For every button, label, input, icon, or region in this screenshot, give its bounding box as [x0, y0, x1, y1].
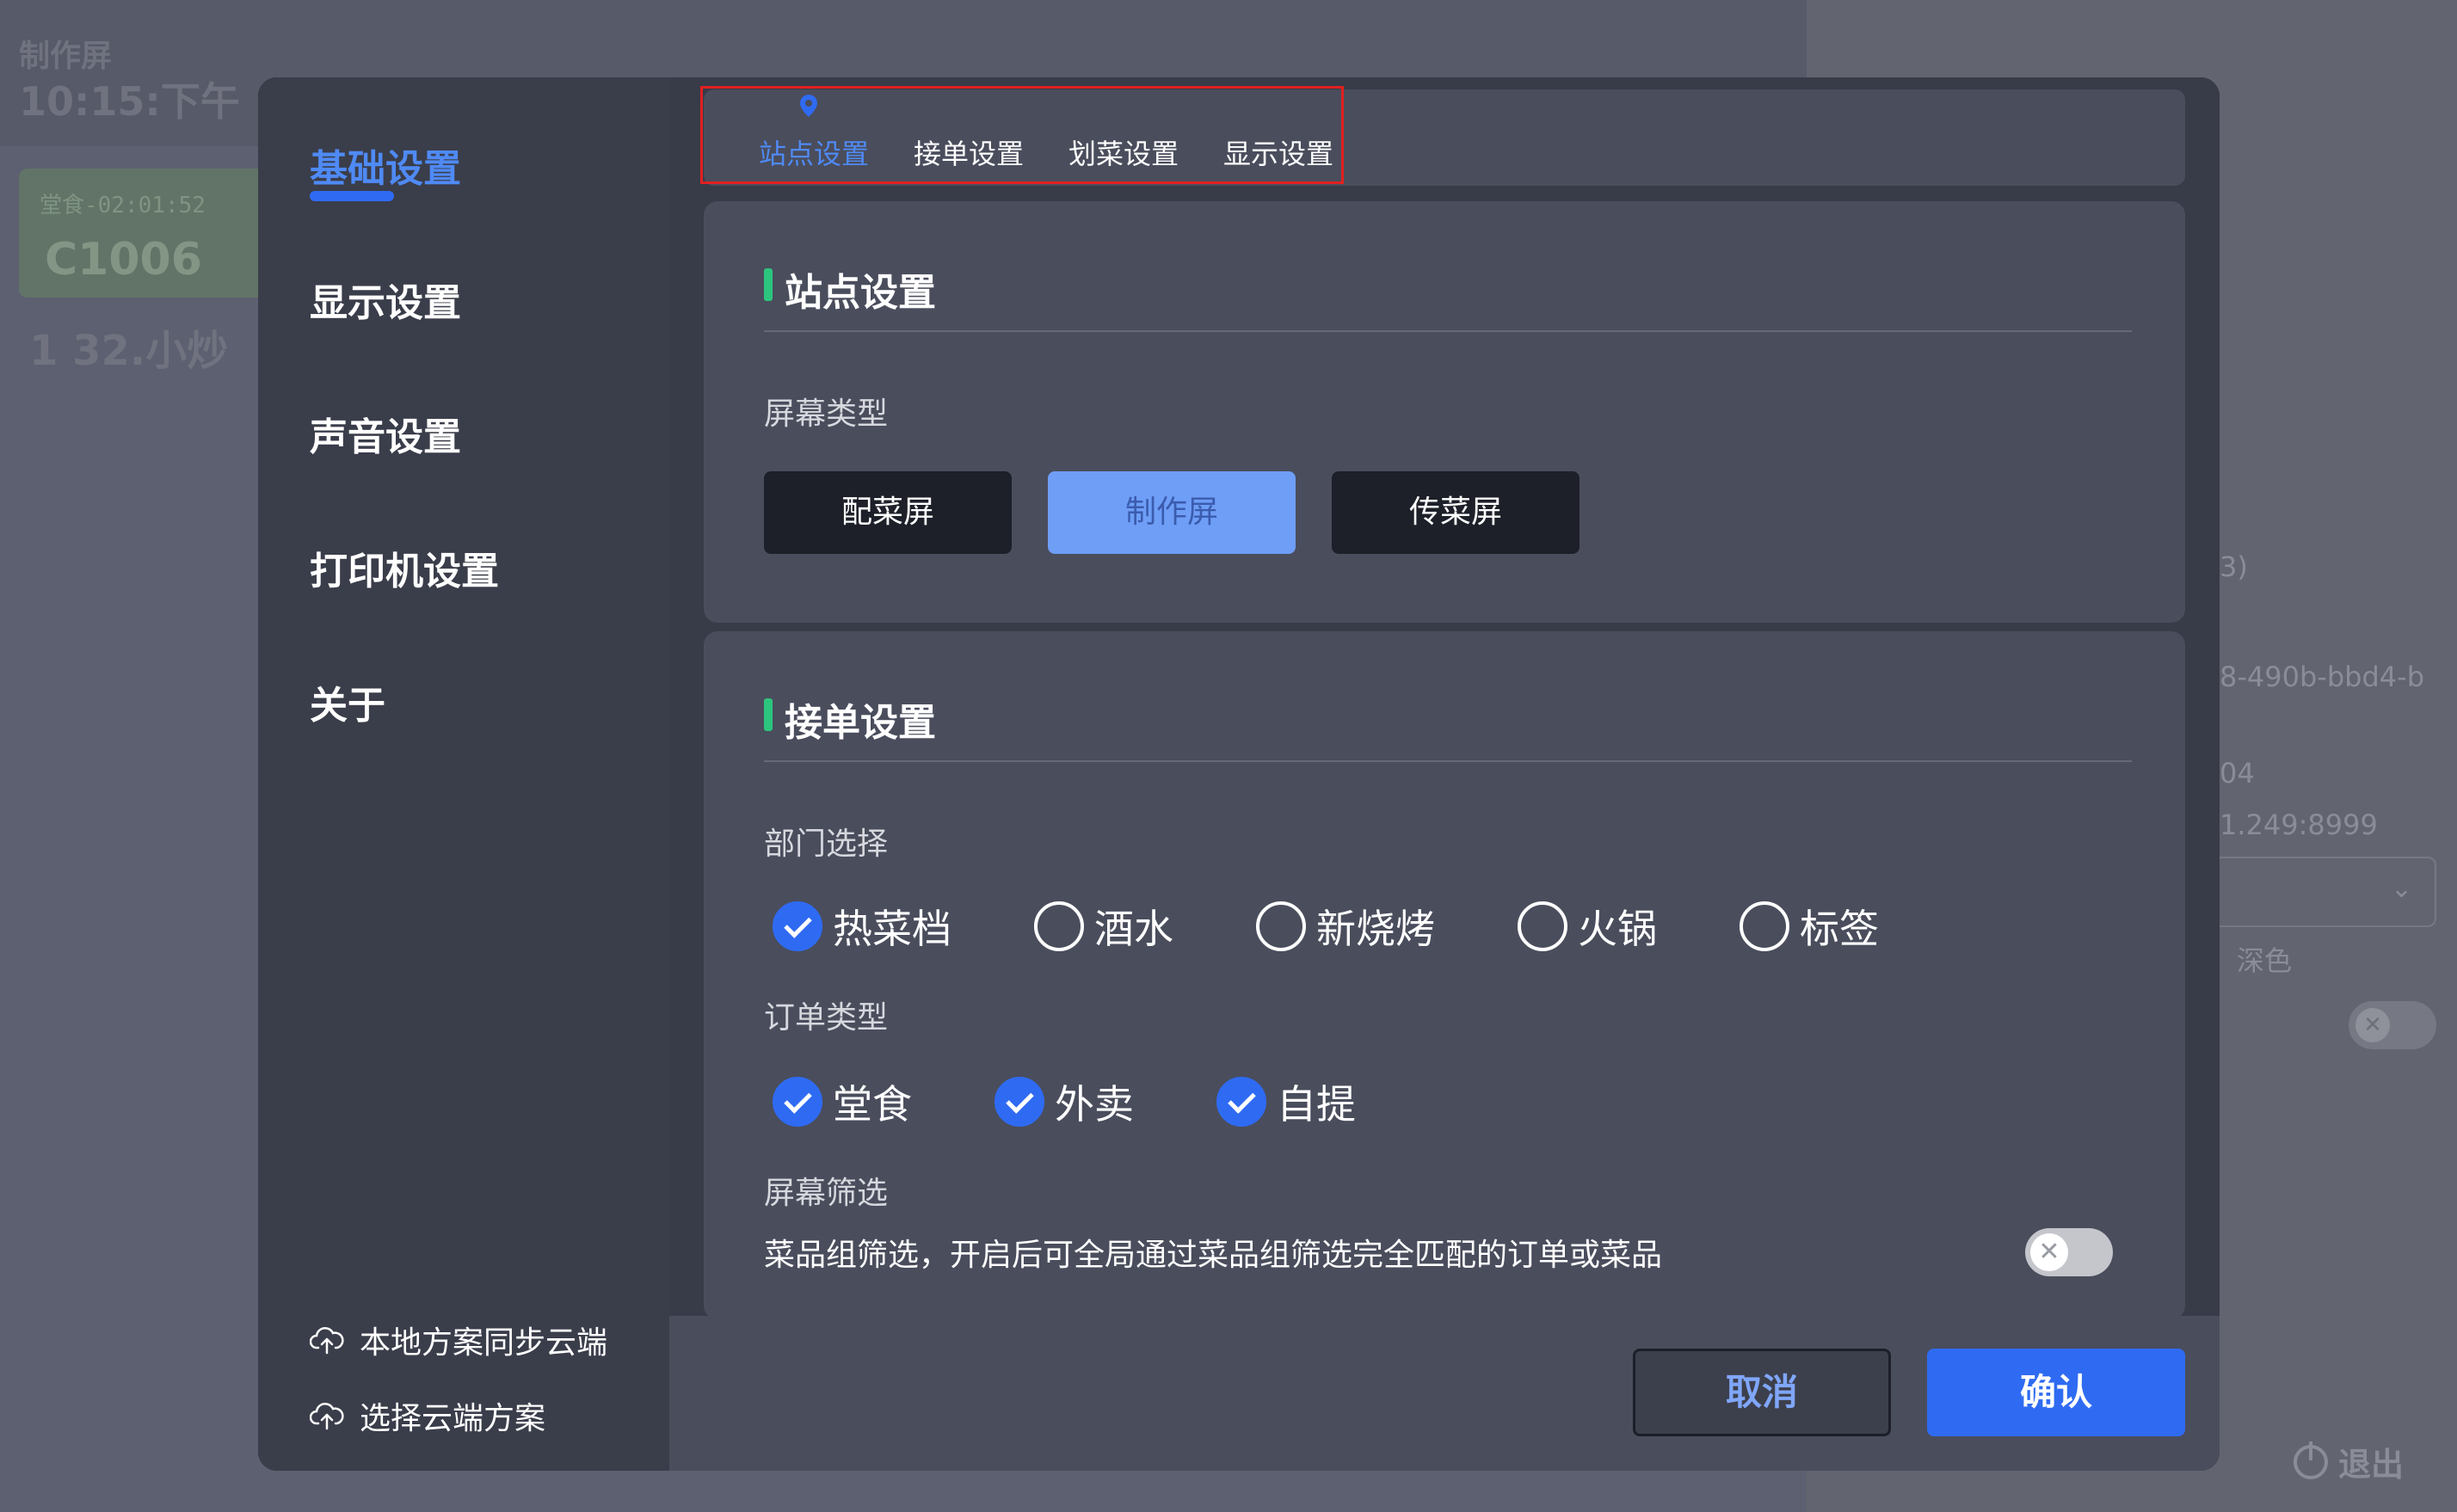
select-cloud-plan-label: 选择云端方案	[360, 1401, 546, 1436]
department-checkbox-hotpot[interactable]: 火锅	[1518, 898, 1657, 955]
card-title-accent	[764, 698, 773, 731]
order-type-checkbox-dine-in[interactable]: 堂食	[773, 1073, 912, 1130]
confirm-button[interactable]: 确认	[1927, 1349, 2185, 1436]
department-checkbox-hot-dishes[interactable]: 热菜档	[773, 898, 951, 955]
location-pin-icon	[800, 95, 817, 117]
department-label: 部门选择	[764, 827, 889, 862]
settings-content: 站点设置 接单设置 划菜设置 显示设置 站点设置 屏幕类型 配菜屏 制作屏 传菜…	[669, 77, 2220, 1471]
background-order-timer: 堂食-02:01:52	[40, 193, 206, 218]
card-divider	[764, 760, 2132, 762]
sidebar-item-sound-settings[interactable]: 声音设置	[310, 406, 461, 461]
checkbox-unchecked-icon	[1518, 901, 1567, 951]
close-icon: ✕	[2355, 1008, 2390, 1042]
select-cloud-plan-button[interactable]: 选择云端方案	[310, 1393, 545, 1438]
background-exit: 退出	[2294, 1438, 2404, 1485]
screen-filter-description: 菜品组筛选，开启后可全局通过菜品组筛选完全匹配的订单或菜品	[764, 1238, 1663, 1273]
card-title-accent	[764, 268, 773, 301]
background-dish: 1 32.小炒	[29, 327, 229, 375]
order-type-checkbox-delivery[interactable]: 外卖	[995, 1073, 1134, 1130]
screen-type-serving-button[interactable]: 传菜屏	[1332, 471, 1580, 554]
background-toggle: ✕	[2349, 1001, 2436, 1049]
department-name: 酒水	[1094, 906, 1173, 952]
background-info-line: 1.249:8999	[2220, 808, 2378, 841]
screen-type-prep-button[interactable]: 配菜屏	[764, 471, 1012, 554]
order-type-name: 自提	[1277, 1081, 1356, 1128]
background-exit-label: 退出	[2338, 1446, 2405, 1484]
modal-footer: 取消 确认	[669, 1316, 2220, 1471]
department-name: 热菜档	[833, 906, 951, 952]
sync-to-cloud-button[interactable]: 本地方案同步云端	[310, 1318, 607, 1362]
station-settings-title: 站点设置	[785, 271, 936, 315]
screen-type-label: 屏幕类型	[764, 396, 889, 432]
sidebar-item-about[interactable]: 关于	[310, 674, 385, 729]
order-settings-title: 接单设置	[785, 701, 936, 745]
department-name: 标签	[1800, 906, 1879, 952]
department-checkbox-drinks[interactable]: 酒水	[1034, 898, 1173, 955]
settings-sidebar: 基础设置 显示设置 声音设置 打印机设置 关于 本地方案同步云端 选择云端方案	[258, 77, 669, 1471]
sidebar-active-indicator	[310, 191, 394, 201]
checkbox-unchecked-icon	[1034, 901, 1084, 951]
cloud-upload-icon	[310, 1327, 344, 1355]
cancel-button[interactable]: 取消	[1633, 1349, 1891, 1436]
department-name: 火锅	[1578, 906, 1657, 952]
card-divider	[764, 330, 2132, 332]
screen-filter-toggle[interactable]: ✕	[2025, 1228, 2113, 1276]
checkbox-unchecked-icon	[1256, 901, 1306, 951]
power-icon	[2294, 1441, 2328, 1479]
background-dark-label: 深色	[2237, 944, 2293, 977]
sidebar-item-display-settings[interactable]: 显示设置	[310, 272, 461, 327]
background-info-line: 3)	[2220, 550, 2248, 583]
order-type-name: 外卖	[1055, 1081, 1134, 1128]
station-settings-card: 站点设置 屏幕类型 配菜屏 制作屏 传菜屏	[704, 201, 2185, 623]
screen-filter-label: 屏幕筛选	[764, 1176, 889, 1211]
department-checkbox-label[interactable]: 标签	[1740, 898, 1879, 955]
checkbox-checked-icon	[773, 901, 822, 951]
background-screen-name: 制作屏	[19, 39, 113, 74]
order-type-checkbox-pickup[interactable]: 自提	[1216, 1073, 1356, 1130]
checkbox-checked-icon	[995, 1077, 1044, 1127]
chevron-down-icon: ⌄	[2390, 874, 2412, 904]
department-name: 新烧烤	[1316, 906, 1435, 952]
department-checkbox-bbq[interactable]: 新烧烤	[1256, 898, 1435, 955]
background-info-line: 04	[2220, 757, 2255, 790]
cloud-download-icon	[310, 1403, 344, 1430]
order-settings-card: 接单设置 部门选择 热菜档 酒水 新烧烤 火锅 标签 订单类型 堂食 外卖 自提…	[704, 631, 2185, 1319]
order-type-label: 订单类型	[764, 1000, 889, 1036]
checkbox-unchecked-icon	[1740, 901, 1789, 951]
background-info-line: 8-490b-bbd4-b	[2220, 661, 2424, 693]
tab-station-settings[interactable]: 站点设置	[759, 132, 869, 172]
close-icon: ✕	[2030, 1233, 2068, 1271]
sidebar-item-printer-settings[interactable]: 打印机设置	[310, 540, 499, 595]
settings-modal: 基础设置 显示设置 声音设置 打印机设置 关于 本地方案同步云端 选择云端方案	[258, 77, 2220, 1471]
sync-to-cloud-label: 本地方案同步云端	[360, 1325, 608, 1361]
order-type-name: 堂食	[833, 1081, 912, 1128]
checkbox-checked-icon	[1216, 1077, 1266, 1127]
tab-order-settings[interactable]: 接单设置	[914, 132, 1024, 172]
background-order-number: C1006	[45, 234, 202, 286]
background-select: ⌄	[2185, 857, 2436, 927]
checkbox-checked-icon	[773, 1077, 822, 1127]
tab-display-settings[interactable]: 显示设置	[1223, 132, 1333, 172]
sidebar-item-basic-settings[interactable]: 基础设置	[310, 138, 461, 193]
screen-type-cooking-button[interactable]: 制作屏	[1048, 471, 1296, 554]
background-clock: 10:15:下午	[19, 78, 240, 125]
tab-dish-marking-settings[interactable]: 划菜设置	[1068, 132, 1179, 172]
